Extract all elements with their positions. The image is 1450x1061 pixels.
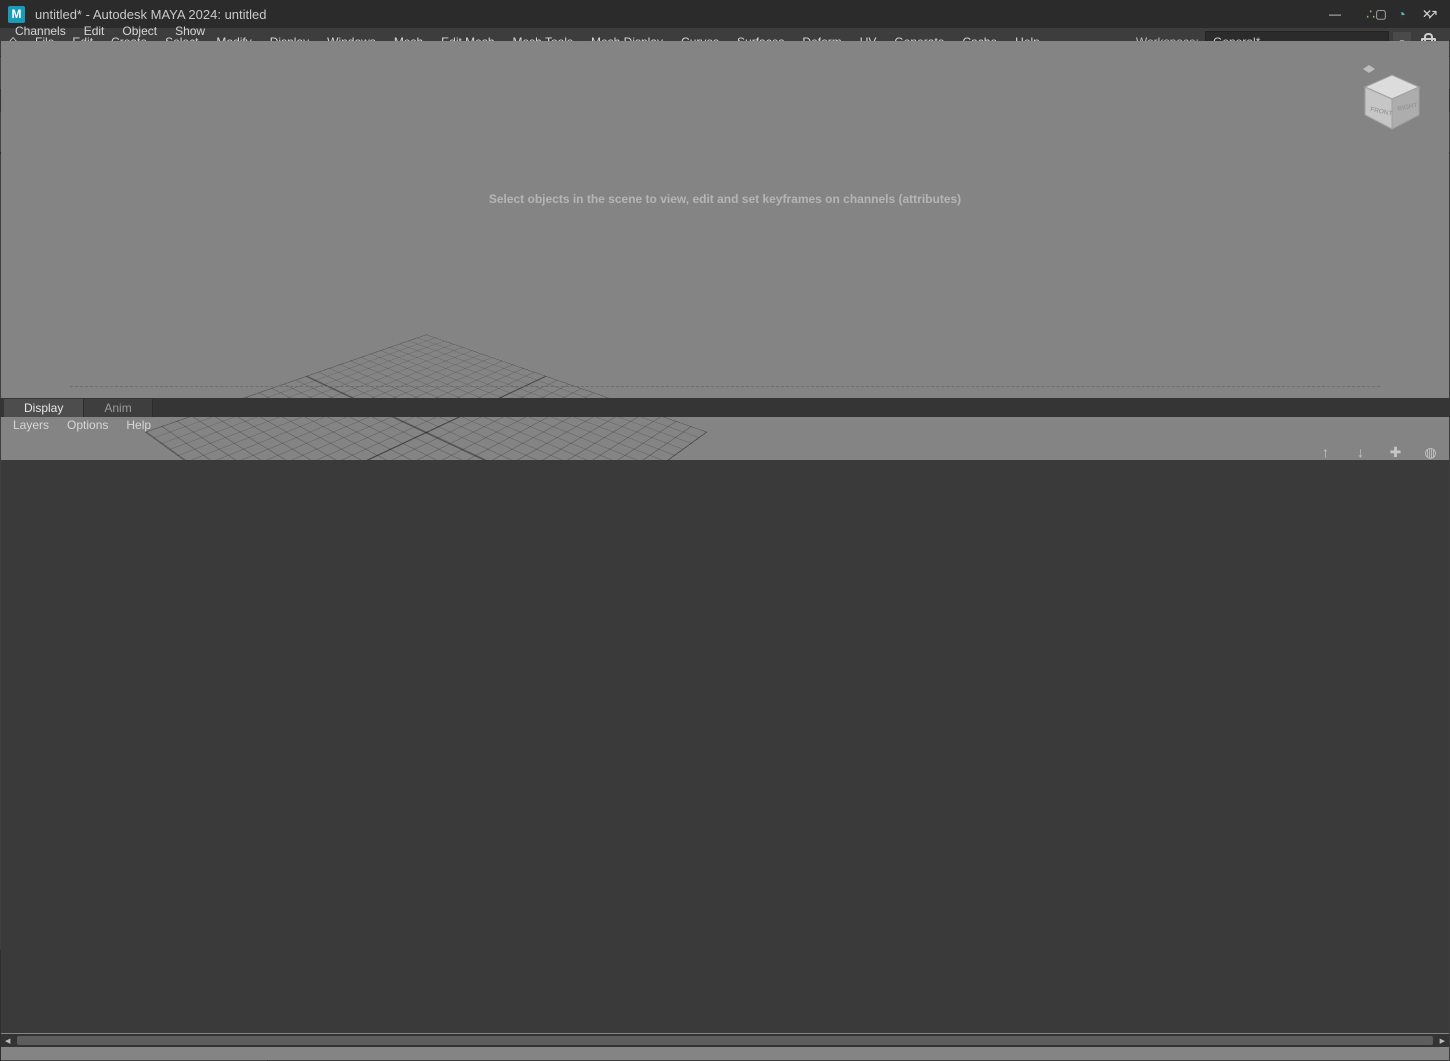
speed-state-icon[interactable]: ◔	[1390, 2, 1413, 26]
layer-editor-menus: LayersOptionsHelp	[4, 418, 160, 432]
scrollbar-thumb[interactable]	[17, 1036, 1432, 1045]
menu-item[interactable]: Show	[166, 24, 214, 38]
layer-list[interactable]	[1, 460, 1449, 1033]
menu-item[interactable]: Help	[117, 418, 160, 432]
minimize-button[interactable]: —	[1312, 0, 1358, 28]
menu-item[interactable]: Edit	[75, 24, 114, 38]
manipulator-state-icon[interactable]: ∴	[1359, 2, 1382, 26]
window-title: untitled* - Autodesk MAYA 2024: untitled	[35, 7, 267, 22]
menu-item[interactable]: Layers	[4, 418, 58, 432]
title-bar: M untitled* - Autodesk MAYA 2024: untitl…	[0, 0, 1450, 28]
graph-editor-icon[interactable]: ↗	[1421, 2, 1444, 26]
menu-item[interactable]: Options	[58, 418, 117, 432]
view-cube[interactable]: FRONT RIGHT	[1353, 63, 1431, 141]
channel-box-corner-icons: ∴ ◔ ↗	[1359, 2, 1444, 26]
scroll-left-icon[interactable]: ◀	[1, 1037, 14, 1045]
layer-editor-tab[interactable]: Anim	[84, 399, 152, 417]
menu-item[interactable]: Object	[113, 24, 166, 38]
channel-box-menus: ChannelsEditObjectShow	[6, 24, 214, 38]
channel-box-empty-message: Select objects in the scene to view, edi…	[14, 192, 1436, 208]
pane-separator[interactable]	[70, 386, 1380, 387]
maya-app-icon: M	[8, 6, 25, 23]
maya-window: M untitled* - Autodesk MAYA 2024: untitl…	[0, 0, 1450, 1061]
layer-editor-tab[interactable]: Display	[4, 399, 84, 417]
layer-horizontal-scrollbar[interactable]: ◀ ▶	[1, 1034, 1449, 1047]
menu-item[interactable]: Channels	[6, 24, 75, 38]
layer-editor-tabs: DisplayAnim	[0, 398, 1450, 417]
scroll-right-icon[interactable]: ▶	[1436, 1037, 1449, 1045]
